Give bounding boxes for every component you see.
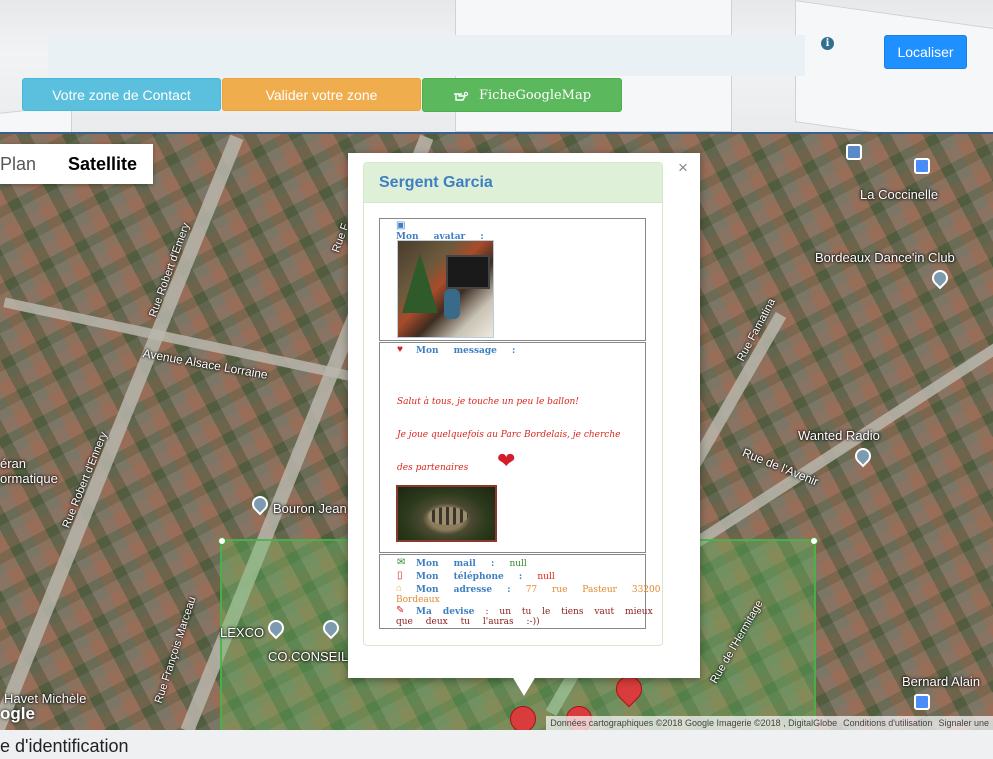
identification-heading: e d'identification	[0, 736, 129, 756]
phone-value: null	[537, 572, 555, 582]
avatar-image-detail	[402, 253, 438, 313]
map-type-control[interactable]: Plan Satellite	[0, 144, 154, 184]
address-search-input[interactable]	[48, 35, 805, 76]
home-icon: ⌂	[396, 583, 403, 594]
phone-icon: ▯	[397, 570, 403, 581]
contact-zone-button[interactable]: Votre zone de Contact	[22, 78, 221, 111]
broken-heart-icon: ❤	[497, 448, 516, 473]
close-icon[interactable]: ×	[675, 159, 691, 176]
info-window-tail	[512, 676, 536, 696]
message-image	[396, 485, 497, 542]
transit-poi-icon[interactable]	[846, 144, 862, 160]
address-value: 77 rue Pasteur 33200	[525, 585, 661, 595]
envelope-icon: ✉	[397, 557, 406, 568]
devise-value-line2: que deux tu l'auras :-))	[396, 617, 540, 627]
message-text: des partenaires	[397, 463, 469, 473]
avatar-image-detail	[444, 289, 460, 319]
map-label: CO.CONSEILS	[268, 649, 357, 664]
shopping-poi-icon[interactable]	[914, 694, 930, 710]
message-text: Je joue quelquefois au Parc Bordelais, j…	[397, 430, 621, 440]
map-label: Bernard Alain	[902, 674, 981, 689]
map-label: LEXCO	[220, 625, 265, 640]
phone-row: Mon téléphone : null	[416, 572, 555, 582]
map-label: éran	[0, 456, 27, 471]
fiche-label: FicheGoogleMap	[478, 87, 592, 103]
message-image-detail	[428, 507, 468, 525]
validate-zone-button[interactable]: Valider votre zone	[222, 78, 421, 111]
phone-label: Mon téléphone :	[416, 572, 523, 582]
address-row: Mon adresse : 77 rue Pasteur 33200	[416, 585, 660, 595]
mail-row: Mon mail : null	[416, 559, 527, 569]
polygon-vertex[interactable]	[218, 537, 226, 545]
polygon-vertex[interactable]	[810, 537, 818, 545]
devise-value: : un tu le tiens vaut mieux	[485, 607, 653, 617]
heart-icon: ♥	[397, 344, 403, 355]
camera-icon: ▣	[396, 220, 406, 231]
map-label: Wanted Radio	[798, 428, 880, 443]
google-logo: ogle	[0, 704, 35, 723]
map-label: La Coccinelle	[860, 187, 939, 202]
devise-label: Ma devise	[416, 607, 475, 617]
map-label: Bordeaux Dance'in Club	[815, 250, 955, 265]
message-text: Salut à tous, je touche un peu le ballon…	[397, 397, 579, 407]
map-attribution: Données cartographiques ©2018 Google Ima…	[546, 716, 993, 730]
profile-name: Sergent Garcia	[364, 163, 662, 203]
mail-value: null	[509, 559, 527, 569]
report-link[interactable]: Signaler une	[938, 718, 989, 728]
avatar-image	[397, 240, 494, 338]
devise-row: Ma devise : un tu le tiens vaut mieux	[416, 607, 653, 617]
shopping-poi-icon[interactable]	[914, 158, 930, 174]
attribution-data: Données cartographiques ©2018 Google Ima…	[550, 718, 838, 728]
address-label: Mon adresse :	[416, 585, 511, 595]
info-icon[interactable]: i	[821, 37, 834, 50]
message-label: Mon message :	[416, 346, 516, 356]
localiser-button[interactable]: Localiser	[884, 35, 967, 69]
terms-link[interactable]: Conditions d'utilisation	[843, 718, 932, 728]
map-label: ormatique	[0, 471, 58, 486]
map-type-satellite[interactable]: Satellite	[52, 144, 153, 184]
map-type-plan[interactable]: Plan	[0, 144, 52, 184]
mail-label: Mon mail :	[416, 559, 495, 569]
hand-pointer-icon	[453, 91, 469, 101]
map-label: Bouron Jean	[273, 501, 347, 516]
address-value-city: Bordeaux	[396, 595, 440, 605]
avatar-image-detail	[446, 255, 490, 289]
pencil-icon: ✎	[396, 605, 405, 616]
fiche-google-map-button[interactable]: FicheGoogleMap	[422, 78, 622, 112]
